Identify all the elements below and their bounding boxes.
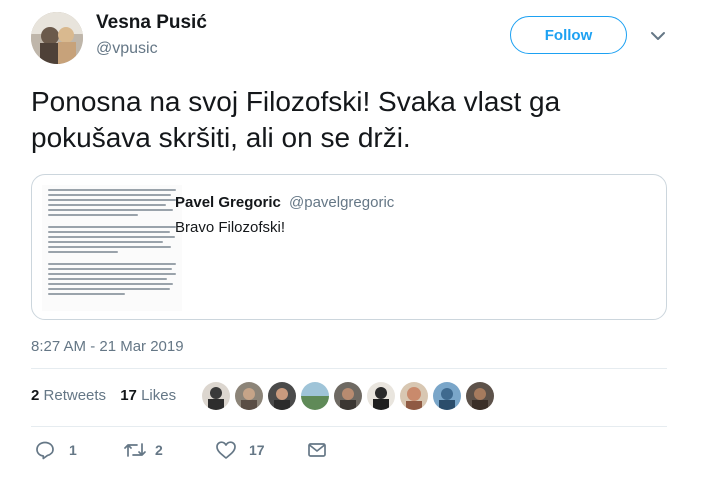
divider — [31, 368, 667, 369]
liker-avatar[interactable] — [202, 382, 230, 410]
liker-avatar[interactable] — [334, 382, 362, 410]
quoted-tweet[interactable]: Pavel Gregoric @pavelgregoric Bravo Filo… — [31, 174, 667, 320]
divider — [31, 426, 667, 427]
likes-stat[interactable]: 17 Likes — [120, 387, 176, 404]
avatar-photo — [31, 12, 83, 64]
quoted-author-handle[interactable]: @pavelgregoric — [289, 194, 394, 211]
follow-button[interactable]: Follow — [510, 16, 627, 54]
quoted-tweet-image — [42, 185, 182, 311]
retweets-label: Retweets — [43, 387, 107, 404]
retweet-count: 2 — [155, 442, 163, 458]
like-button[interactable]: 17 — [215, 440, 265, 460]
retweets-stat[interactable]: 2 Retweets — [31, 387, 106, 404]
message-icon — [308, 443, 326, 457]
tweet-text: Ponosna na svoj Filozofski! Svaka vlast … — [31, 86, 561, 153]
retweet-icon — [124, 443, 146, 457]
reply-count: 1 — [69, 442, 77, 458]
chevron-down-icon[interactable] — [648, 28, 668, 44]
liker-avatar[interactable] — [466, 382, 494, 410]
quoted-tweet-text: Bravo Filozofski! — [175, 219, 286, 236]
retweets-count: 2 — [31, 387, 40, 404]
likes-label: Likes — [141, 387, 177, 404]
liker-avatar[interactable] — [301, 382, 329, 410]
liker-avatar[interactable] — [268, 382, 296, 410]
retweet-button[interactable]: 2 — [123, 440, 163, 460]
liker-avatars — [202, 382, 499, 412]
liker-avatar[interactable] — [367, 382, 395, 410]
liker-avatar[interactable] — [400, 382, 428, 410]
reply-button[interactable]: 1 — [35, 440, 77, 460]
tweet-timestamp[interactable]: 8:27 AM - 21 Mar 2019 — [31, 338, 184, 355]
likes-count: 17 — [120, 387, 137, 404]
engagement-stats: 2 Retweets 17 Likes — [31, 387, 186, 404]
liker-avatar[interactable] — [433, 382, 461, 410]
author-avatar[interactable] — [31, 12, 83, 64]
quoted-author-name[interactable]: Pavel Gregoric — [175, 194, 281, 211]
heart-icon — [216, 441, 236, 459]
reply-icon — [36, 441, 54, 460]
liker-avatar[interactable] — [235, 382, 263, 410]
direct-message-button[interactable] — [307, 440, 327, 460]
author-name[interactable]: Vesna Pusić — [96, 12, 207, 34]
author-handle[interactable]: @vpusic — [96, 40, 158, 58]
like-count: 17 — [249, 442, 265, 458]
